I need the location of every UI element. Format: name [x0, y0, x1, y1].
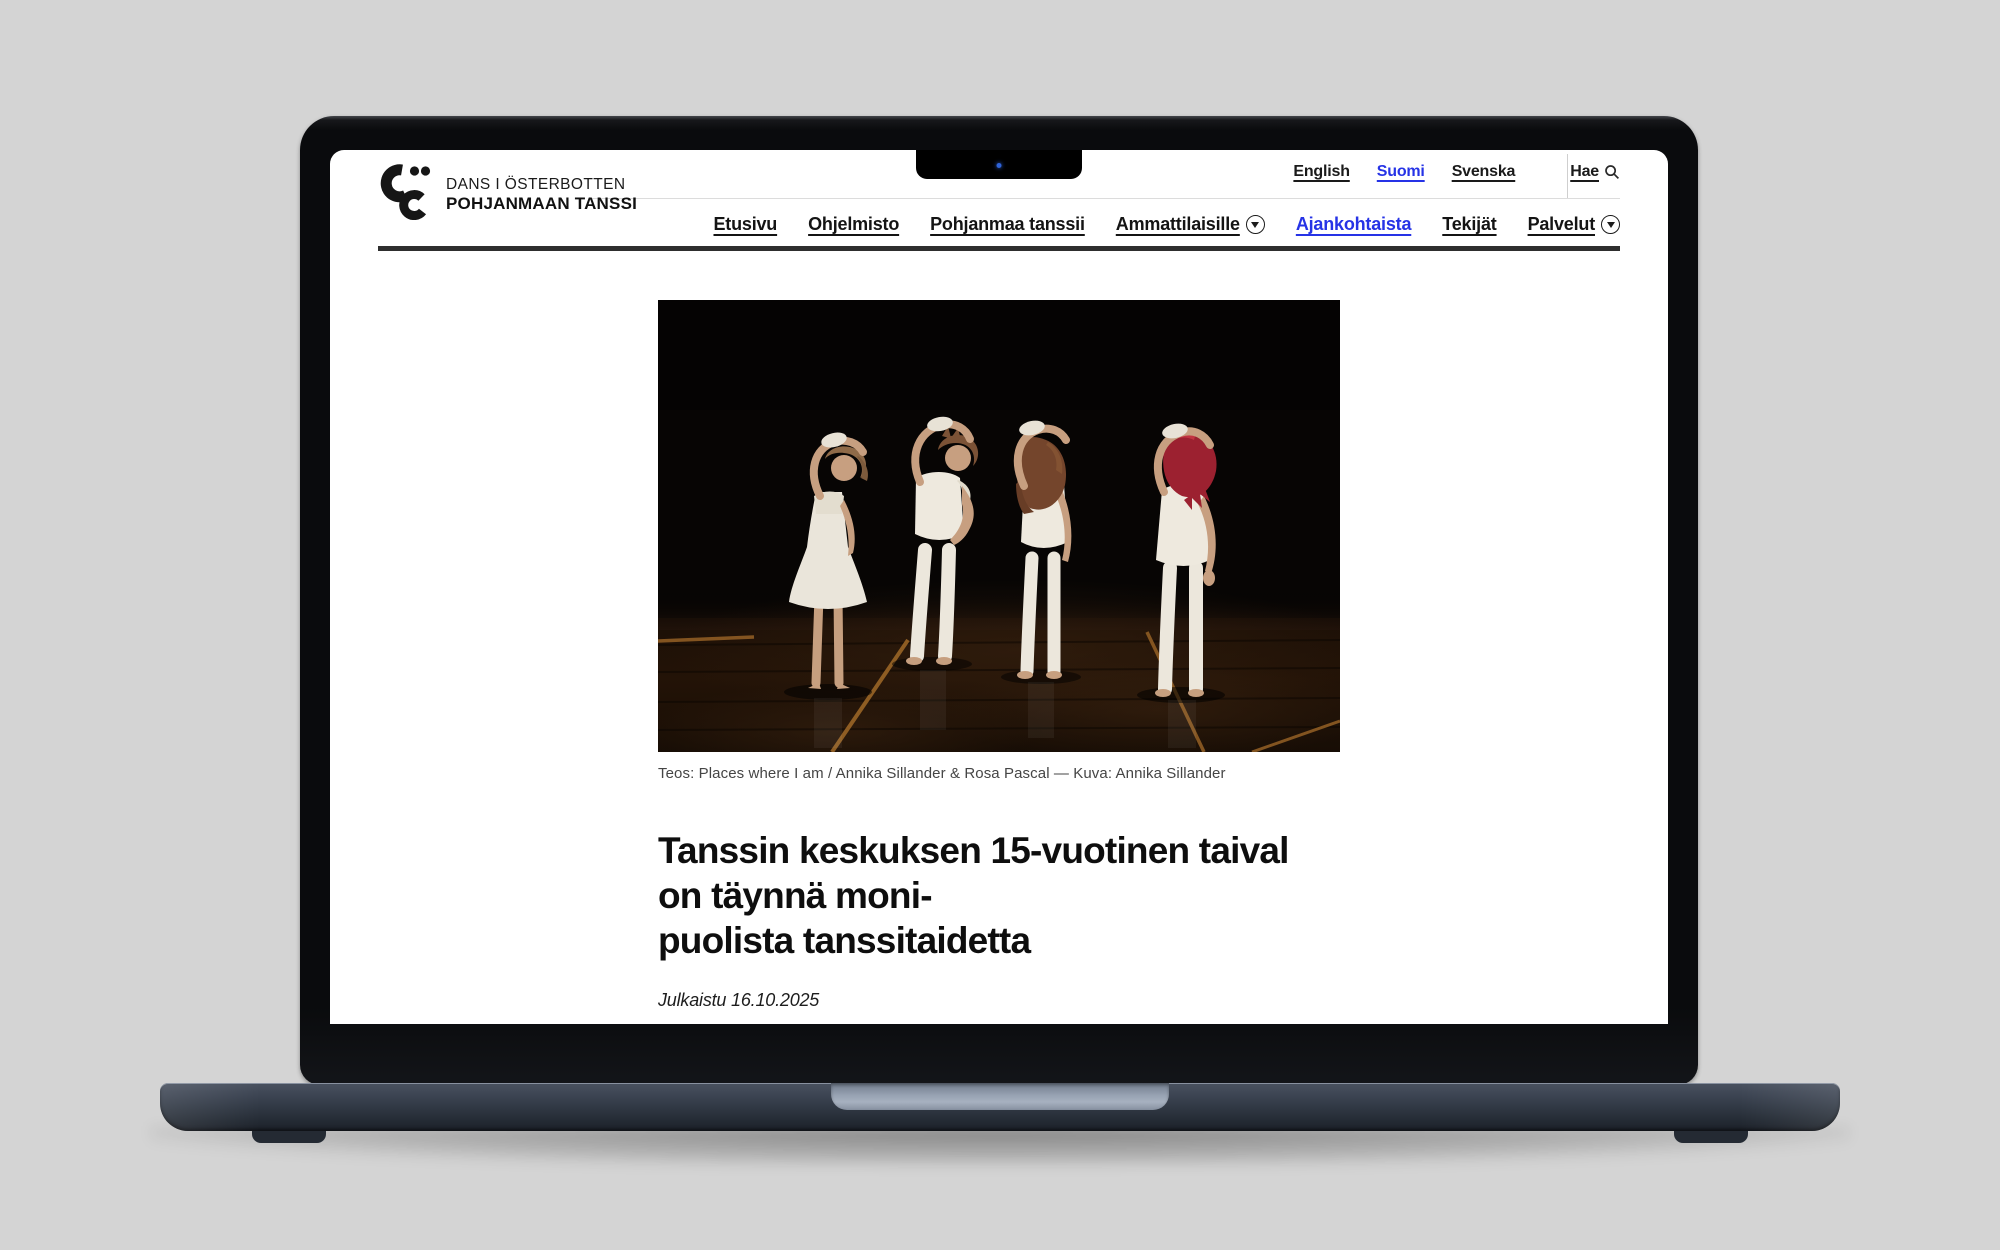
- chevron-down-circle-icon[interactable]: [1601, 215, 1620, 234]
- main-nav: Etusivu Ohjelmisto Pohjanmaa tanssii Amm…: [713, 209, 1620, 239]
- site-logo[interactable]: DANS I ÖSTERBOTTEN POHJANMAAN TANSSI: [378, 164, 637, 220]
- nav-item-etusivu[interactable]: Etusivu: [713, 214, 777, 235]
- logo-line1: DANS I ÖSTERBOTTEN: [446, 176, 637, 194]
- screen: English Suomi Svenska Hae: [330, 150, 1668, 1024]
- logo-text: DANS I ÖSTERBOTTEN POHJANMAAN TANSSI: [446, 170, 637, 214]
- image-caption: Teos: Places where I am / Annika Silland…: [658, 765, 1340, 782]
- nav-label: Pohjanmaa tanssii: [930, 214, 1085, 235]
- nav-label: Etusivu: [713, 214, 777, 235]
- search-link-wrap: Hae: [1570, 163, 1620, 181]
- language-link-english[interactable]: English: [1293, 163, 1349, 181]
- utility-underline: [590, 198, 1620, 199]
- laptop-thumb-groove: [831, 1083, 1169, 1110]
- laptop-mockup: English Suomi Svenska Hae: [0, 0, 2000, 1250]
- header-rule: [378, 246, 1620, 251]
- published-date: Julkaistu 16.10.2025: [658, 990, 1340, 1011]
- camera-notch: [916, 150, 1082, 179]
- search-link[interactable]: Hae: [1570, 163, 1599, 181]
- search-icon[interactable]: [1604, 164, 1620, 180]
- article-title-line1: Tanssin keskuksen 15-vuotinen taival on …: [658, 828, 1340, 918]
- chevron-down-circle-icon[interactable]: [1246, 215, 1265, 234]
- nav-label: Ohjelmisto: [808, 214, 899, 235]
- nav-label: Palvelut: [1528, 214, 1595, 235]
- laptop-base: [160, 1083, 1840, 1131]
- nav-label: Ajankohtaista: [1296, 214, 1411, 235]
- nav-item-ajankohtaista[interactable]: Ajankohtaista: [1296, 214, 1411, 235]
- article-title-line2: puolista tanssitaidetta: [658, 918, 1340, 963]
- nav-item-ammattilaisille[interactable]: Ammattilaisille: [1116, 214, 1265, 235]
- nav-item-palvelut[interactable]: Palvelut: [1528, 214, 1620, 235]
- article: Teos: Places where I am / Annika Silland…: [658, 300, 1340, 1024]
- logo-line2: POHJANMAAN TANSSI: [446, 194, 637, 214]
- logo-mark-icon: [378, 164, 434, 220]
- camera-dot: [997, 163, 1002, 168]
- laptop-screen-bezel: English Suomi Svenska Hae: [300, 116, 1698, 1085]
- language-bar: English Suomi Svenska Hae: [1293, 160, 1620, 184]
- laptop-foot-right: [1674, 1131, 1748, 1143]
- webpage: English Suomi Svenska Hae: [330, 150, 1668, 1024]
- hero-photo: [658, 300, 1340, 752]
- laptop-foot-left: [252, 1131, 326, 1143]
- laptop-shadow: [150, 1126, 1850, 1166]
- article-title: Tanssin keskuksen 15-vuotinen taival on …: [658, 828, 1340, 963]
- nav-item-pohjanmaa-tanssii[interactable]: Pohjanmaa tanssii: [930, 214, 1085, 235]
- nav-label: Tekijät: [1442, 214, 1496, 235]
- utility-divider: [1567, 154, 1568, 198]
- nav-item-ohjelmisto[interactable]: Ohjelmisto: [808, 214, 899, 235]
- nav-label: Ammattilaisille: [1116, 214, 1240, 235]
- language-link-suomi[interactable]: Suomi: [1377, 163, 1425, 181]
- nav-item-tekijat[interactable]: Tekijät: [1442, 214, 1496, 235]
- language-link-svenska[interactable]: Svenska: [1452, 163, 1516, 181]
